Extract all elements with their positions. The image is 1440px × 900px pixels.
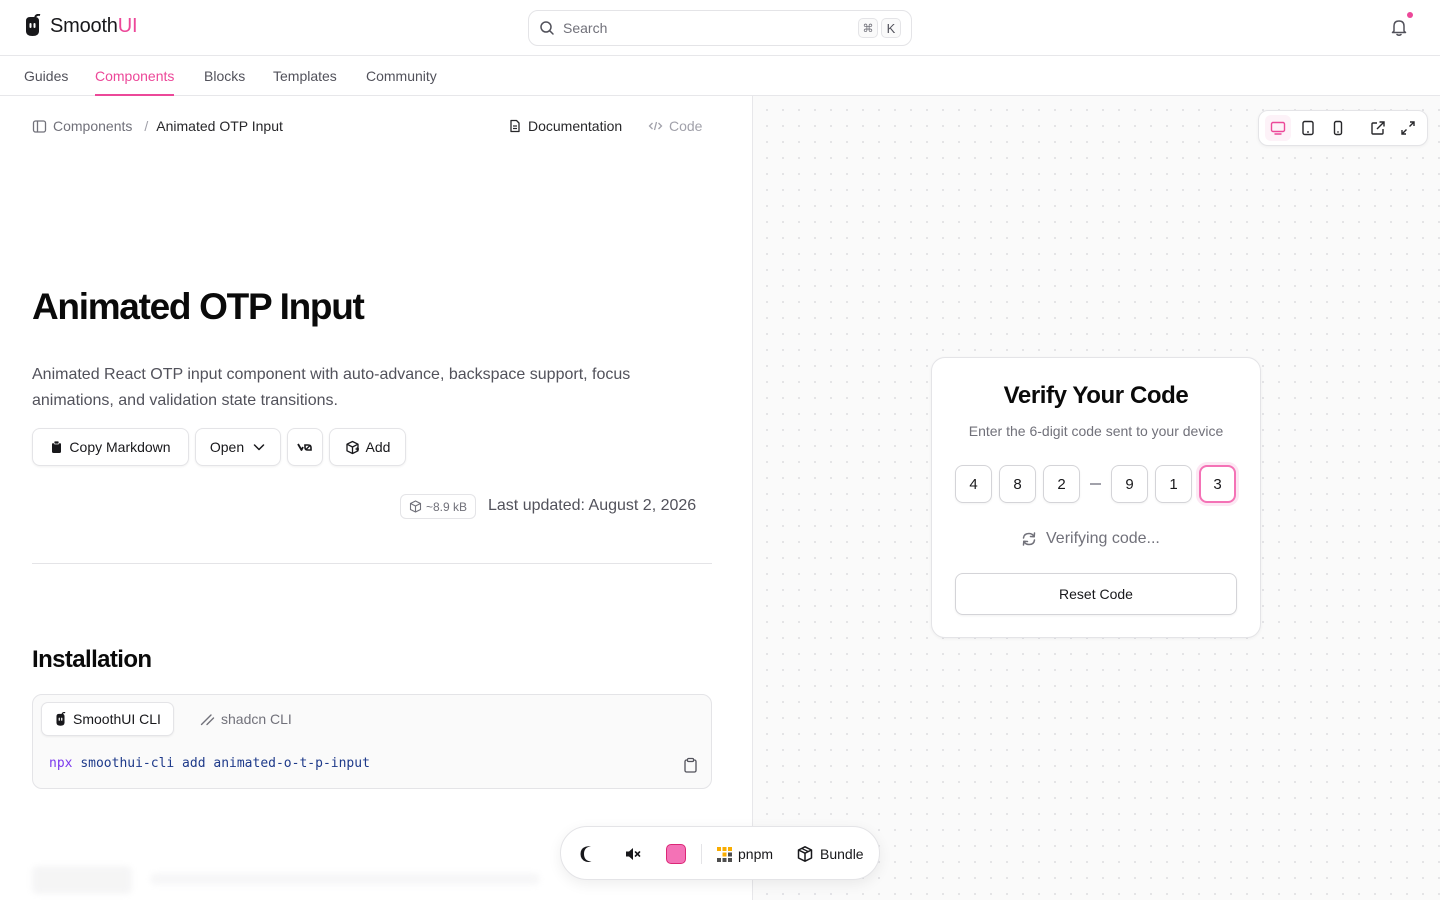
- tab-smoothui-cli[interactable]: SmoothUI CLI: [41, 702, 174, 736]
- otp-digit-6[interactable]: 3: [1199, 465, 1236, 503]
- reset-code-button[interactable]: Reset Code: [955, 573, 1237, 615]
- add-button[interactable]: Add: [329, 428, 406, 466]
- mobile-icon[interactable]: [1325, 115, 1351, 141]
- pnpm-icon: [717, 846, 732, 862]
- installation-title: Installation: [32, 646, 152, 673]
- page-title: Animated OTP Input: [32, 286, 365, 327]
- expand-icon[interactable]: [1395, 115, 1421, 141]
- breadcrumb-current: Animated OTP Input: [156, 118, 283, 134]
- code-icon: [648, 119, 663, 133]
- floating-toolbar: pnpm Bundle: [560, 826, 880, 880]
- last-updated: Last updated: August 2, 2026: [488, 497, 697, 514]
- bell-icon[interactable]: [1388, 16, 1410, 38]
- otp-digit-2[interactable]: 8: [999, 465, 1036, 503]
- otp-digit-1[interactable]: 4: [955, 465, 992, 503]
- tab-shadcn-cli[interactable]: shadcn CLI: [188, 702, 304, 736]
- tab-guides[interactable]: Guides: [24, 56, 68, 96]
- bundle-label: Bundle: [820, 846, 864, 862]
- tab-templates[interactable]: Templates: [273, 56, 337, 96]
- otp-digit-5[interactable]: 1: [1155, 465, 1192, 503]
- faded-section-heading: [32, 866, 132, 894]
- package-icon: [409, 500, 422, 513]
- open-label: Open: [209, 439, 245, 455]
- smoothui-cli-label: SmoothUI CLI: [73, 711, 161, 727]
- breadcrumb-root[interactable]: Components: [53, 118, 132, 134]
- toolbar-divider: [701, 844, 702, 864]
- external-link-icon[interactable]: [1365, 115, 1391, 141]
- code-link[interactable]: Code: [648, 116, 702, 136]
- mute-icon[interactable]: [623, 827, 643, 881]
- tab-community[interactable]: Community: [366, 56, 437, 96]
- package-icon: [345, 440, 360, 455]
- color-swatch: [666, 844, 686, 864]
- breadcrumb-separator: /: [144, 118, 149, 134]
- box-icon: [796, 845, 814, 863]
- v0-icon: [297, 442, 313, 452]
- otp-title: Verify Your Code: [1003, 382, 1189, 409]
- faded-section-text: [150, 873, 540, 885]
- shortcut-key: K: [881, 18, 901, 38]
- tablet-icon[interactable]: [1295, 115, 1321, 141]
- main-nav: Guides Components Blocks Templates Commu…: [0, 56, 1440, 96]
- verifying-label: Verifying code...: [1046, 530, 1160, 547]
- wand-icon: [200, 712, 215, 726]
- tab-components[interactable]: Components: [95, 56, 175, 96]
- v0-button[interactable]: [287, 428, 323, 466]
- refresh-icon: [1020, 530, 1038, 548]
- install-command[interactable]: npx smoothui-cli add animated-o-t-p-inpu…: [49, 756, 370, 771]
- code-label: Code: [669, 118, 703, 134]
- search-placeholder: Search: [563, 20, 608, 36]
- document-icon: [508, 119, 522, 133]
- otp-subtitle: Enter the 6-digit code sent to your devi…: [968, 423, 1224, 439]
- page-description: Animated React OTP input component with …: [32, 366, 631, 409]
- package-manager-button[interactable]: pnpm: [717, 827, 773, 881]
- theme-color-swatch[interactable]: [666, 827, 686, 881]
- shadcn-cli-label: shadcn CLI: [221, 711, 292, 727]
- brand-name: SmoothUI: [50, 14, 138, 37]
- desktop-icon[interactable]: [1265, 115, 1291, 141]
- sidebar-icon[interactable]: [32, 119, 47, 134]
- clipboard-icon: [50, 440, 63, 454]
- moon-icon[interactable]: [578, 827, 598, 881]
- copy-markdown-label: Copy Markdown: [69, 439, 171, 455]
- add-label: Add: [365, 439, 391, 455]
- bundle-size-badge: ~8.9 kB: [400, 494, 477, 519]
- shortcut-modifier: ⌘: [858, 18, 878, 38]
- tab-blocks[interactable]: Blocks: [204, 56, 245, 96]
- documentation-label: Documentation: [528, 118, 623, 134]
- clipboard-icon[interactable]: [683, 757, 698, 773]
- installation-card: SmoothUI CLI shadcn CLI npx smoothui-cli…: [32, 694, 712, 789]
- copy-markdown-button[interactable]: Copy Markdown: [32, 428, 189, 466]
- open-dropdown-button[interactable]: Open: [195, 428, 281, 466]
- notification-dot: [1407, 12, 1413, 18]
- search-box[interactable]: Search ⌘ K: [528, 10, 912, 46]
- otp-digit-4[interactable]: 9: [1111, 465, 1148, 503]
- section-divider: [32, 563, 712, 564]
- chevron-down-icon: [252, 440, 266, 454]
- device-toolbar: [1258, 110, 1428, 146]
- package-manager-label: pnpm: [738, 846, 774, 862]
- bundle-size-value: ~8.9 kB: [426, 499, 468, 514]
- verifying-status: Verifying code...: [1020, 528, 1160, 550]
- otp-digit-3[interactable]: 2: [1043, 465, 1080, 503]
- logo-icon: [22, 14, 43, 38]
- top-bar: SmoothUI Search ⌘ K: [0, 0, 1440, 56]
- bundle-button[interactable]: Bundle: [796, 827, 864, 881]
- documentation-link[interactable]: Documentation: [508, 116, 622, 136]
- brand-logo[interactable]: SmoothUI: [22, 14, 138, 38]
- otp-separator: [1090, 483, 1101, 485]
- logo-icon: [54, 711, 67, 727]
- breadcrumb: Components / Animated OTP Input: [32, 116, 283, 136]
- search-icon: [539, 20, 555, 36]
